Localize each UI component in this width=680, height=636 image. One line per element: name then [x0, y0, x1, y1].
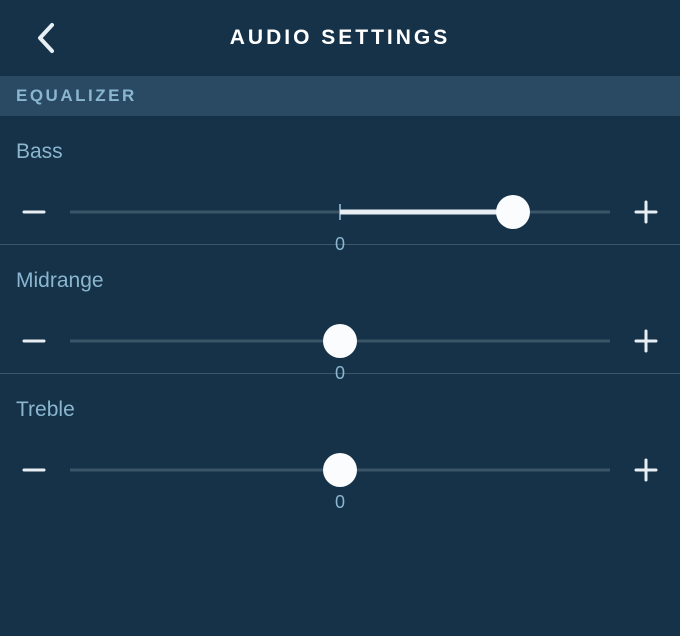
bass-decrease-button[interactable] [16, 194, 52, 230]
chevron-left-icon [35, 21, 57, 55]
slider-thumb[interactable] [323, 324, 357, 358]
section-header-label: EQUALIZER [16, 86, 137, 106]
plus-icon [632, 198, 660, 226]
header: AUDIO SETTINGS [0, 0, 680, 76]
minus-icon [20, 327, 48, 355]
slider-label-midrange: Midrange [16, 269, 664, 293]
slider-zero-label: 0 [335, 363, 345, 384]
slider-row-treble: Treble 0 [0, 374, 680, 502]
slider-fill [340, 210, 513, 215]
plus-icon [632, 456, 660, 484]
section-header-equalizer: EQUALIZER [0, 76, 680, 116]
slider-thumb[interactable] [496, 195, 530, 229]
back-button[interactable] [26, 18, 66, 58]
slider-zero-label: 0 [335, 234, 345, 255]
slider-row-bass: Bass 0 [0, 116, 680, 245]
midrange-decrease-button[interactable] [16, 323, 52, 359]
slider-row-midrange: Midrange 0 [0, 245, 680, 374]
treble-decrease-button[interactable] [16, 452, 52, 488]
bass-slider[interactable]: 0 [70, 194, 610, 230]
treble-increase-button[interactable] [628, 452, 664, 488]
minus-icon [20, 456, 48, 484]
page-title: AUDIO SETTINGS [230, 26, 451, 50]
minus-icon [20, 198, 48, 226]
slider-thumb[interactable] [323, 453, 357, 487]
slider-label-treble: Treble [16, 398, 664, 422]
plus-icon [632, 327, 660, 355]
slider-label-bass: Bass [16, 140, 664, 164]
midrange-increase-button[interactable] [628, 323, 664, 359]
slider-zero-label: 0 [335, 492, 345, 513]
bass-increase-button[interactable] [628, 194, 664, 230]
treble-slider[interactable]: 0 [70, 452, 610, 488]
midrange-slider[interactable]: 0 [70, 323, 610, 359]
